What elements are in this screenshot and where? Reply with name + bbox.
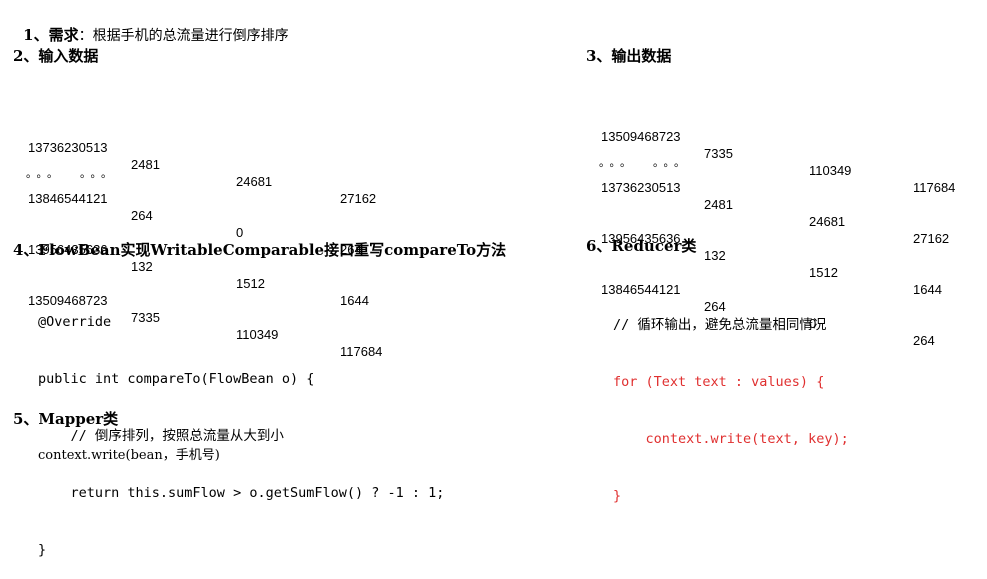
sum-flow-cell: 1644 [913, 282, 942, 297]
up-flow-cell: 132 [131, 259, 153, 274]
code-line: } [613, 488, 622, 504]
up-flow-cell: 2481 [131, 157, 160, 172]
table-row: 13736230513 2481 24681 27162 [28, 122, 376, 206]
table-row: 13956435636 132 1512 1644 [601, 213, 942, 297]
code-comment: // 循环输出，避免总流量相同情况 [613, 317, 827, 333]
code-line: } [38, 542, 47, 558]
code-line: return this.sumFlow > o.getSumFlow() ? -… [38, 485, 445, 501]
requirement-heading: 1、需求 [23, 26, 79, 44]
mapper-heading: 5、Mapper类 [13, 410, 119, 428]
phone-cell: 13736230513 [28, 140, 108, 155]
requirement-line: 1、需求：根据手机的总流量进行倒序排序 [13, 5, 289, 45]
up-flow-cell: 264 [131, 208, 153, 223]
phone-cell: 13736230513 [601, 180, 681, 195]
output-data-heading: 3、输出数据 [586, 47, 672, 65]
phone-cell: 13509468723 [601, 129, 681, 144]
input-data-heading: 2、输入数据 [13, 47, 99, 65]
up-flow-cell: 132 [704, 248, 726, 263]
code-line: for (Text text : values) { [613, 374, 825, 390]
sum-flow-cell: 27162 [913, 231, 950, 246]
input-ellipsis: 。。。 。。。 [26, 167, 117, 180]
phone-cell: 13846544121 [28, 191, 108, 206]
sum-flow-cell: 27162 [340, 191, 377, 206]
down-flow-cell: 24681 [236, 174, 273, 189]
mapper-code-text: context.write(bean，手机号) [38, 448, 220, 463]
down-flow-cell: 110349 [809, 163, 852, 178]
code-line: @Override [38, 314, 112, 330]
up-flow-cell: 7335 [704, 146, 733, 161]
reducer-heading: 6、Reducer类 [586, 237, 697, 255]
code-line: context.write(text, key); [613, 431, 849, 447]
code-line: public int compareTo(FlowBean o) { [38, 371, 315, 387]
requirement-text: ：根据手机的总流量进行倒序排序 [78, 28, 289, 44]
down-flow-cell: 24681 [809, 214, 846, 229]
up-flow-cell: 2481 [704, 197, 733, 212]
output-ellipsis: 。。。 。。。 [599, 156, 690, 169]
output-data-table: 13509468723 7335 110349 117684 137362305… [601, 77, 955, 348]
reducer-code-block: // 循环输出，避免总流量相同情况 for (Text text : value… [613, 278, 849, 525]
flowbean-heading: 4、FlowBean实现WritableComparable接口重写compar… [13, 241, 507, 259]
sum-flow-cell: 264 [913, 333, 935, 348]
sum-flow-cell: 117684 [913, 180, 956, 195]
table-row: 13509468723 7335 110349 117684 [601, 111, 955, 195]
